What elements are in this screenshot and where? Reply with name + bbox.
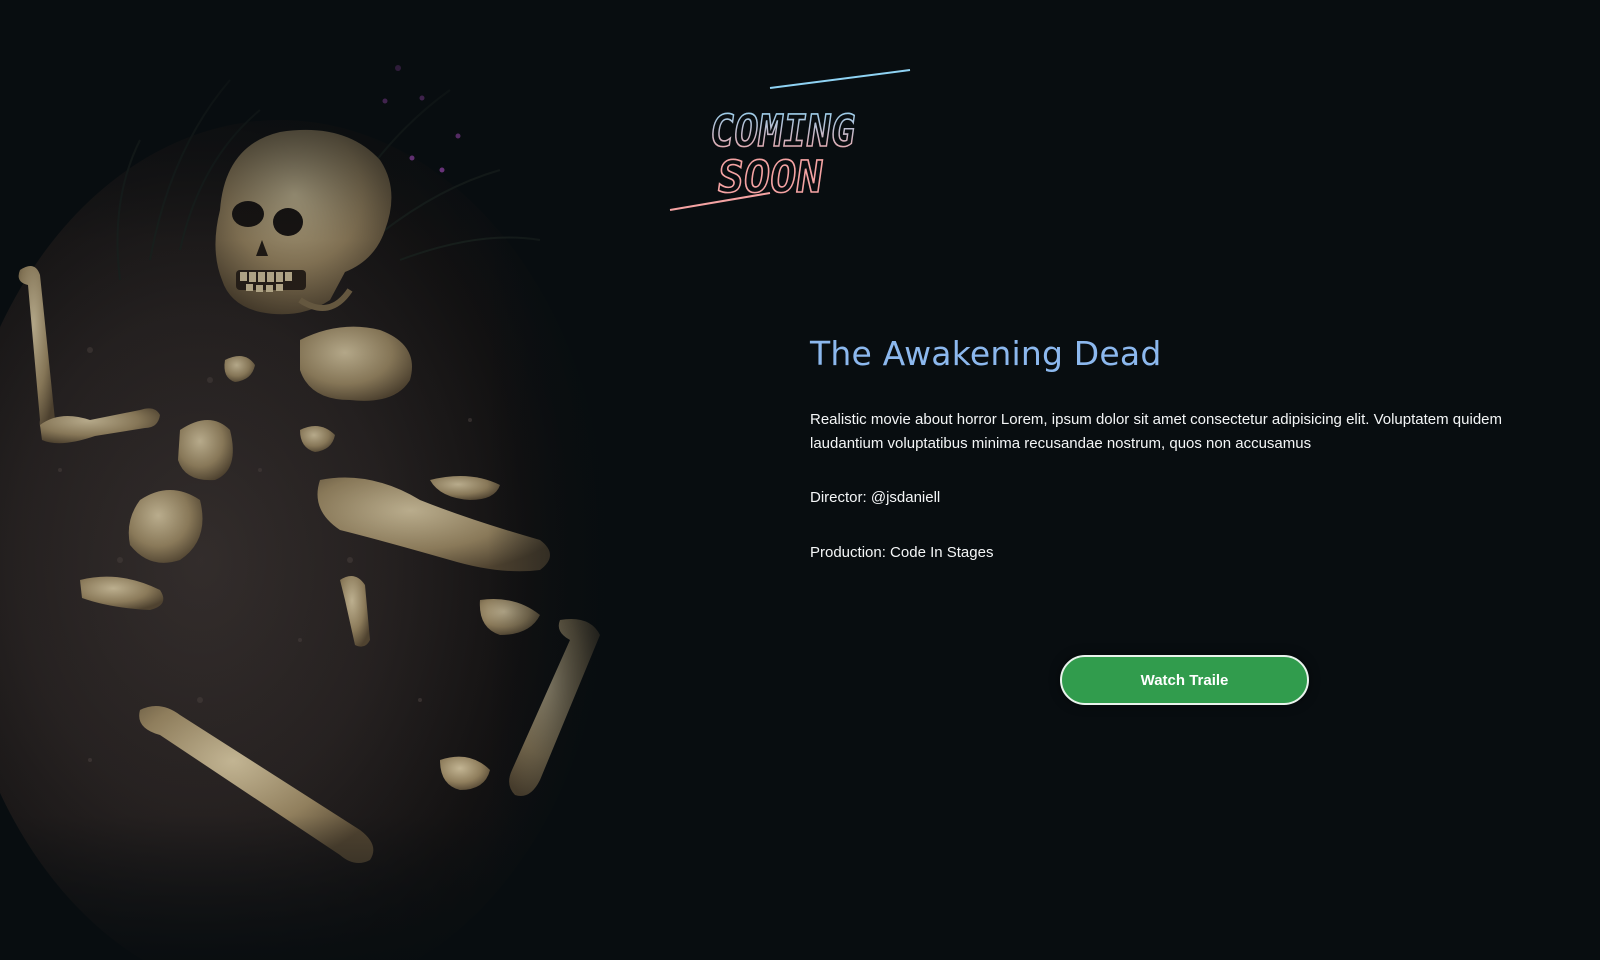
poster-image [0, 0, 650, 960]
movie-title: The Awakening Dead [810, 334, 1162, 373]
movie-description: Realistic movie about horror Lorem, ipsu… [810, 411, 1502, 452]
logo-line-coming: COMING [706, 106, 858, 157]
movie-director: Director: @jsdaniell [810, 489, 941, 506]
movie-production: Production: Code In Stages [810, 544, 994, 561]
watch-trailer-button[interactable]: Watch Traile [1060, 655, 1309, 705]
coming-soon-graphic: COMING SOON [669, 69, 911, 211]
logo-line-soon: SOON [714, 152, 826, 203]
skeleton-illustration [0, 0, 650, 960]
movie-info: The Awakening Dead Realistic movie about… [810, 330, 1530, 565]
coming-soon-logo: COMING SOON [669, 60, 920, 220]
